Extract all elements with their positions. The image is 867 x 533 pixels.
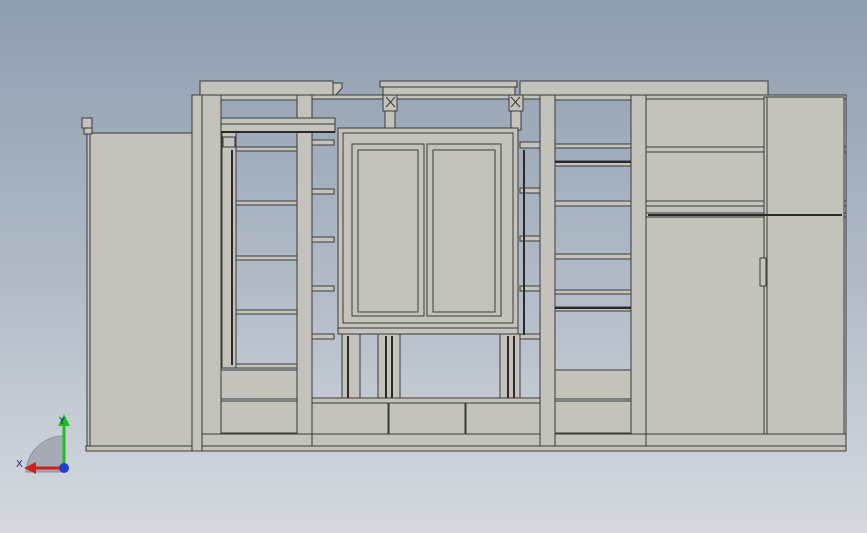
left-side-panel (88, 132, 193, 447)
crown-left (199, 80, 334, 96)
right-bay-drawer-bottom (554, 400, 632, 434)
cabinet-model-front-view[interactable] (0, 0, 867, 533)
triad-y-label: Y (59, 416, 66, 427)
graphics-viewport[interactable]: Y X (0, 0, 867, 533)
center-drawer-3 (465, 402, 543, 435)
triad-x-label: X (16, 459, 23, 470)
wardrobe-handle (759, 257, 767, 287)
center-drawer-1 (311, 402, 389, 435)
center-drawer-2 (388, 402, 466, 435)
reference-triad (24, 414, 70, 474)
wardrobe-door (766, 96, 845, 435)
crown-middle (379, 80, 518, 88)
crown-right (519, 80, 769, 96)
left-bay-drawer-bottom (220, 400, 298, 434)
left-bay-drawer-top (220, 369, 298, 400)
right-bay-drawer-top (554, 369, 632, 400)
left-bay-outer-stile (191, 94, 203, 452)
